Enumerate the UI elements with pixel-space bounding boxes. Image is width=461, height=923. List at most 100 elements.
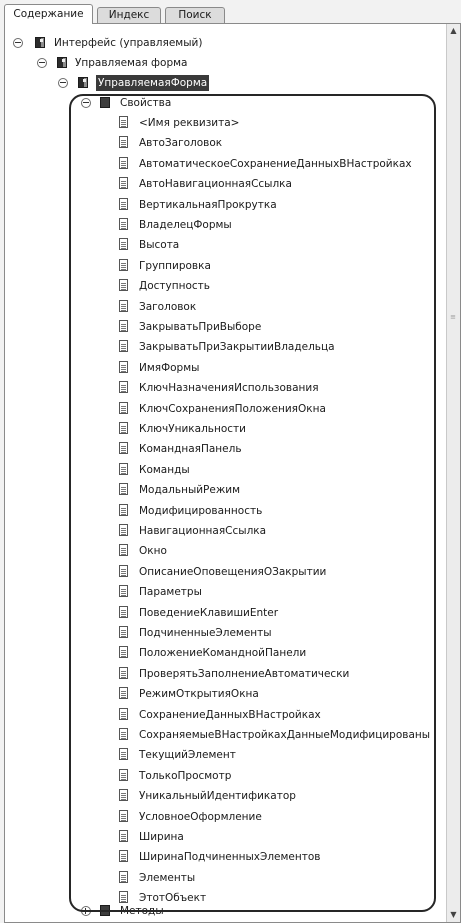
page-icon — [119, 687, 128, 700]
page-icon — [119, 524, 128, 536]
page-icon — [119, 279, 128, 292]
page-icon — [119, 381, 128, 394]
property-item-label[interactable]: ШиринаПодчиненныхЭлементов — [139, 847, 320, 867]
property-item-label[interactable]: ЗакрыватьПриВыборе — [139, 317, 261, 337]
page-icon — [119, 728, 128, 740]
page-icon — [119, 401, 128, 414]
tab-search[interactable]: Поиск — [165, 7, 225, 23]
property-item-label[interactable]: АвтоНавигационнаяСсылка — [139, 174, 292, 194]
property-item-label[interactable]: РежимОткрытияОкна — [139, 684, 259, 704]
collapse-icon[interactable] — [58, 78, 68, 88]
property-item-label[interactable]: Ширина — [139, 827, 184, 847]
page-icon — [119, 544, 128, 557]
page-icon — [119, 646, 128, 659]
page-icon — [119, 360, 128, 373]
tree-node-label-selected[interactable]: УправляемаяФорма — [96, 75, 210, 91]
property-item-label[interactable]: ВладелецФормы — [139, 215, 232, 235]
page-icon — [119, 116, 128, 128]
contents-panel: Интерфейс (управляемый) Управляемая форм… — [4, 23, 461, 923]
book-icon — [35, 37, 45, 48]
tree-node-label[interactable]: Интерфейс (управляемый) — [54, 33, 202, 53]
collapse-icon[interactable] — [13, 38, 23, 48]
page-icon — [119, 564, 128, 577]
page-icon — [119, 442, 128, 455]
scroll-grip-icon[interactable]: ≡ — [450, 312, 456, 322]
property-item-label[interactable]: ПоведениеКлавишиEnter — [139, 603, 278, 623]
property-item-label[interactable]: Заголовок — [139, 297, 196, 317]
page-icon — [119, 789, 128, 802]
property-item-label[interactable]: ЗакрыватьПриЗакрытииВладельца — [139, 337, 335, 357]
page-icon — [119, 462, 128, 475]
tab-index[interactable]: Индекс — [97, 7, 161, 23]
page-icon — [119, 503, 128, 516]
tree-node-label[interactable]: Свойства — [120, 93, 171, 113]
page-icon — [119, 809, 128, 822]
property-item-label[interactable]: ПоложениеКоманднойПанели — [139, 643, 306, 663]
collapse-icon[interactable] — [81, 98, 91, 108]
tree-node-label[interactable]: Управляемая форма — [75, 53, 187, 73]
property-item-label[interactable]: УсловноеОформление — [139, 807, 262, 827]
page-icon — [119, 830, 128, 842]
property-item-label[interactable]: Группировка — [139, 256, 211, 276]
page-icon — [119, 258, 128, 271]
property-item-label[interactable]: Доступность — [139, 276, 210, 296]
property-item-label[interactable]: КлючНазначенияИспользования — [139, 378, 319, 398]
page-icon — [119, 707, 128, 720]
scroll-up-arrow-icon[interactable]: ▲ — [447, 24, 460, 38]
vertical-scrollbar[interactable]: ▲ ≡ ▼ — [446, 24, 460, 922]
property-item-label[interactable]: КлючУникальности — [139, 419, 246, 439]
book-icon — [57, 57, 67, 68]
page-icon — [119, 666, 128, 679]
property-item-label[interactable]: ОписаниеОповещенияОЗакрытии — [139, 562, 326, 582]
property-item-label[interactable]: Параметры — [139, 582, 202, 602]
page-icon — [119, 850, 128, 863]
folder-icon — [100, 905, 110, 916]
collapse-icon[interactable] — [37, 58, 47, 68]
scroll-down-arrow-icon[interactable]: ▼ — [447, 908, 460, 922]
property-item-label[interactable]: Элементы — [139, 868, 195, 888]
property-item-label[interactable]: Окно — [139, 541, 167, 561]
property-item-label[interactable]: КлючСохраненияПоложенияОкна — [139, 399, 326, 419]
page-icon — [119, 218, 128, 230]
page-icon — [119, 483, 128, 496]
expand-icon[interactable] — [81, 906, 91, 916]
property-item-label[interactable]: НавигационнаяСсылка — [139, 521, 266, 541]
page-icon — [119, 197, 128, 210]
property-item-label[interactable]: УникальныйИдентификатор — [139, 786, 296, 806]
page-icon — [119, 156, 128, 169]
property-item-label[interactable]: Высота — [139, 235, 179, 255]
page-icon — [119, 605, 128, 618]
page-icon — [119, 585, 128, 598]
tab-contents[interactable]: Содержание — [4, 4, 93, 24]
property-item-label[interactable]: ПодчиненныеЭлементы — [139, 623, 272, 643]
property-item-label[interactable]: КоманднаяПанель — [139, 439, 242, 459]
page-icon — [119, 299, 128, 312]
property-item-label[interactable]: АвтоматическоеСохранениеДанныхВНастройка… — [139, 154, 412, 174]
page-icon — [119, 136, 128, 149]
page-icon — [119, 422, 128, 434]
page-icon — [119, 238, 128, 251]
property-item-label[interactable]: СохранениеДанныхВНастройках — [139, 705, 321, 725]
book-icon — [78, 77, 88, 88]
page-icon — [119, 768, 128, 781]
property-item-label[interactable]: СохраняемыеВНастройкахДанныеМодифицирова… — [139, 725, 430, 745]
property-item-label[interactable]: ВертикальнаяПрокрутка — [139, 195, 277, 215]
property-item-label[interactable]: ТекущийЭлемент — [139, 745, 236, 765]
page-icon — [119, 748, 128, 761]
property-item-label[interactable]: ИмяФормы — [139, 358, 199, 378]
page-icon — [119, 340, 128, 353]
folder-icon — [100, 97, 110, 108]
property-item-label[interactable]: ПроверятьЗаполнениеАвтоматически — [139, 664, 349, 684]
property-item-label[interactable]: АвтоЗаголовок — [139, 133, 222, 153]
property-item-label[interactable]: МодальныйРежим — [139, 480, 240, 500]
property-item-label[interactable]: Модифицированность — [139, 501, 262, 521]
property-item-label[interactable]: <Имя реквизита> — [139, 113, 239, 133]
tree-node-label[interactable]: Методы — [120, 901, 164, 921]
contents-tree: Интерфейс (управляемый) Управляемая форм… — [5, 24, 446, 922]
page-icon — [119, 320, 128, 332]
page-icon — [119, 177, 128, 190]
property-item-label[interactable]: ТолькоПросмотр — [139, 766, 231, 786]
property-item-label[interactable]: Команды — [139, 460, 190, 480]
page-icon — [119, 870, 128, 883]
page-icon — [119, 626, 128, 638]
